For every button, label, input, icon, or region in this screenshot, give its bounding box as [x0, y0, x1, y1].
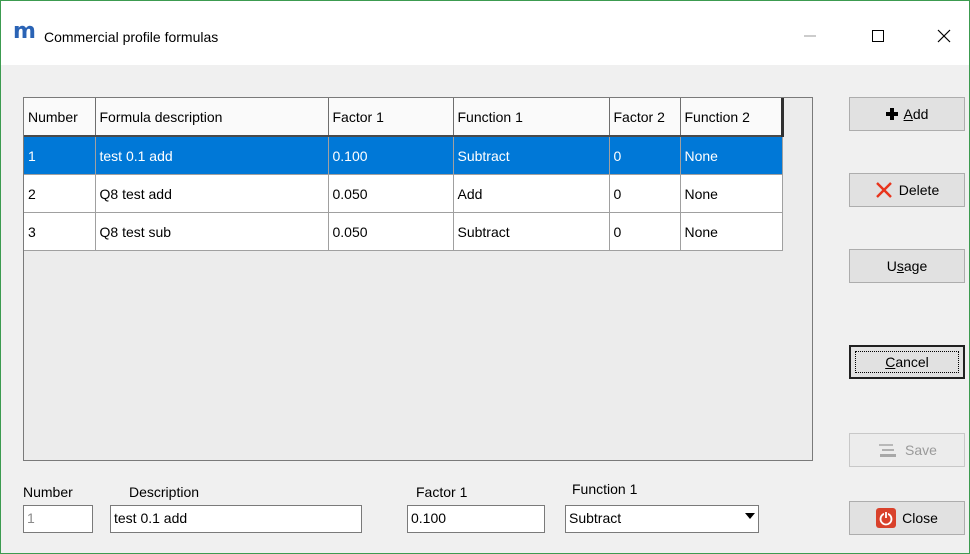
description-field[interactable]: test 0.1 add — [110, 505, 362, 533]
cell-formula-description: Q8 test add — [95, 174, 329, 213]
column-header-function-2[interactable]: Function 2 — [680, 98, 784, 137]
delete-button-label: Delete — [898, 182, 940, 198]
window-title: Commercial profile formulas — [44, 29, 219, 45]
save-button[interactable]: Save — [849, 433, 965, 467]
number-label: Number — [23, 484, 73, 500]
function-1-label: Function 1 — [572, 481, 638, 497]
usage-button-label: Usage — [886, 258, 928, 274]
power-icon — [876, 508, 897, 528]
cell-function-2: None — [680, 174, 783, 213]
column-header-number[interactable]: Number — [24, 98, 96, 137]
delete-x-icon — [875, 181, 893, 199]
close-button[interactable]: Close — [849, 501, 965, 535]
cell-factor-1: 0.050 — [328, 174, 454, 213]
focus-ring — [855, 351, 959, 373]
number-field[interactable]: 1 — [23, 505, 93, 533]
dialog-window: m Commercial profile formulas Number For… — [0, 0, 970, 554]
cell-number: 2 — [24, 174, 96, 213]
maximize-button[interactable] — [855, 19, 901, 53]
table-row[interactable]: 2 Q8 test add 0.050 Add 0 None — [24, 174, 783, 213]
cell-formula-description: test 0.1 add — [95, 136, 329, 175]
add-button[interactable]: Add — [849, 97, 965, 131]
function-1-selected-value: Subtract — [569, 510, 622, 526]
window-close-button[interactable] — [921, 19, 967, 53]
description-label: Description — [129, 484, 200, 500]
cell-factor-1: 0.050 — [328, 212, 454, 251]
factor-1-field[interactable]: 0.100 — [407, 505, 545, 533]
minimize-icon — [804, 35, 816, 37]
close-button-label: Close — [902, 510, 938, 526]
add-button-label: Add — [903, 106, 929, 122]
column-header-function-1[interactable]: Function 1 — [453, 98, 610, 137]
column-header-factor-2[interactable]: Factor 2 — [609, 98, 681, 137]
table-row[interactable]: 1 test 0.1 add 0.100 Subtract 0 None — [24, 136, 783, 175]
formulas-table: Number Formula description Factor 1 Func… — [24, 98, 784, 251]
cell-number: 3 — [24, 212, 96, 251]
delete-button[interactable]: Delete — [849, 173, 965, 207]
cell-factor-2: 0 — [609, 174, 681, 213]
cell-function-1: Subtract — [453, 212, 610, 251]
minimize-button[interactable] — [787, 19, 833, 53]
maximize-icon — [872, 30, 884, 42]
table-row[interactable]: 3 Q8 test sub 0.050 Subtract 0 None — [24, 212, 783, 251]
plus-icon — [885, 108, 898, 120]
usage-button[interactable]: Usage — [849, 249, 965, 283]
cancel-button[interactable]: Cancel — [849, 345, 965, 379]
formulas-grid[interactable]: Number Formula description Factor 1 Func… — [23, 97, 813, 461]
column-header-formula-description[interactable]: Formula description — [95, 98, 329, 137]
save-button-label: Save — [905, 442, 937, 458]
cell-function-1: Add — [453, 174, 610, 213]
cell-factor-2: 0 — [609, 136, 681, 175]
cell-function-2: None — [680, 136, 783, 175]
function-1-dropdown[interactable]: Subtract — [565, 505, 759, 533]
factor-1-label: Factor 1 — [416, 484, 468, 500]
cell-function-1: Subtract — [453, 136, 610, 175]
close-icon — [937, 29, 951, 43]
cell-formula-description: Q8 test sub — [95, 212, 329, 251]
app-logo: m — [13, 19, 36, 44]
column-header-factor-1[interactable]: Factor 1 — [328, 98, 454, 137]
chevron-down-icon[interactable] — [745, 513, 755, 519]
save-icon — [877, 441, 899, 459]
header-row: Number Formula description Factor 1 Func… — [24, 98, 784, 137]
title-bar: m Commercial profile formulas — [1, 1, 969, 65]
cell-number: 1 — [24, 136, 96, 175]
cell-factor-2: 0 — [609, 212, 681, 251]
cell-factor-1: 0.100 — [328, 136, 454, 175]
cell-function-2: None — [680, 212, 783, 251]
